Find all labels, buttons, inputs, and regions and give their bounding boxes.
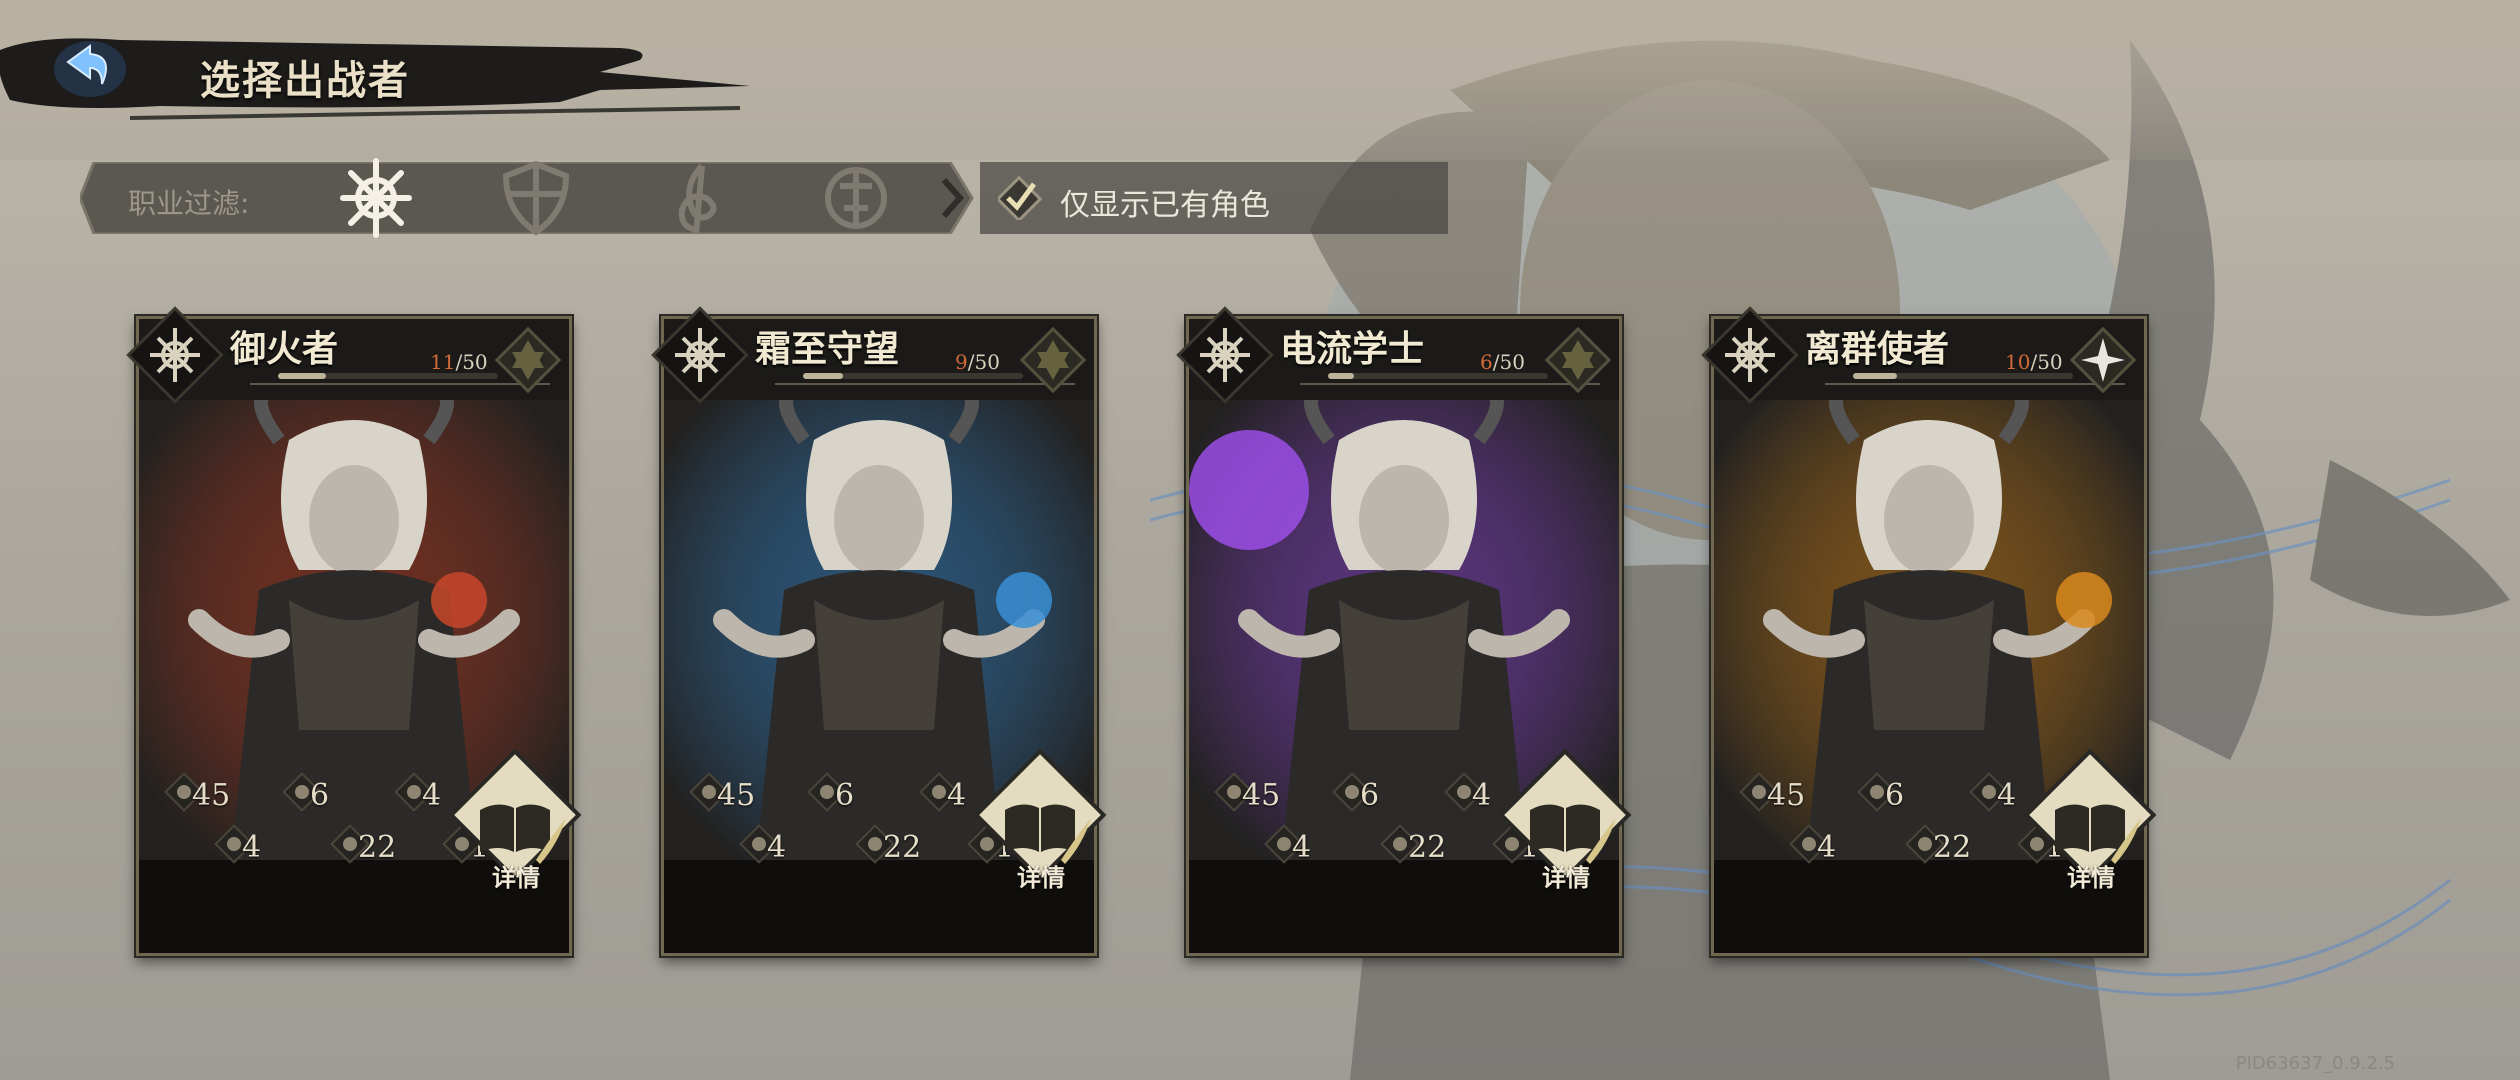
character-card[interactable]: 御火者 11/50 45 6 4 4 22 详情: [120, 300, 582, 960]
level-text: 6/50: [1480, 350, 1525, 374]
level-max: /50: [967, 350, 1000, 374]
level-current: 9: [955, 350, 968, 374]
level-max: /50: [1492, 350, 1525, 374]
stat-swirl: 22: [1378, 822, 1458, 872]
stat-spine: 4: [737, 822, 817, 872]
build-id: PID63637_0.9.2.5: [2235, 1053, 2395, 1074]
stat-spine: 4: [1787, 822, 1867, 872]
character-name: 霜至守望: [755, 328, 900, 370]
class-filter-music[interactable]: [646, 163, 746, 235]
character-card[interactable]: 电流学士 6/50 45 6 4 4 22 详情: [1170, 300, 1632, 960]
character-name: 离群使者: [1805, 328, 1950, 370]
sun-compass-icon: [825, 167, 887, 229]
stat-spine: 4: [1262, 822, 1342, 872]
back-arrow-icon: [54, 41, 126, 97]
filter-label: 职业过滤:: [128, 187, 250, 220]
hexagram-rune-icon: [1544, 326, 1612, 394]
class-filter-bar: 职业过滤: 仅显示已有角色: [80, 158, 1448, 238]
class-rune-icon: [126, 306, 224, 404]
level-max: /50: [2030, 350, 2063, 374]
stat-heart: 45: [687, 770, 767, 820]
level-max: /50: [455, 350, 488, 374]
stat-dagger: 6: [1855, 770, 1935, 820]
stat-dagger: 6: [280, 770, 360, 820]
hexagram-rune-icon: [1019, 326, 1087, 394]
character-name: 电流学士: [1280, 328, 1425, 370]
stat-dagger: 6: [805, 770, 885, 820]
class-filter-shield[interactable]: [486, 160, 586, 236]
class-rune-icon: [1176, 306, 1274, 404]
stat-swirl: 22: [1903, 822, 1983, 872]
level-current: 6: [1480, 350, 1493, 374]
level-progress-fill: [1328, 373, 1355, 379]
rune-emblem-icon: [340, 158, 412, 238]
level-current: 11: [430, 350, 456, 374]
stat-dagger: 6: [1330, 770, 1410, 820]
class-filter-rune[interactable]: [326, 158, 426, 238]
stat-heart: 45: [1212, 770, 1292, 820]
detail-label[interactable]: 详情: [1017, 858, 1065, 893]
music-clef-icon: [678, 163, 717, 235]
class-rune-icon: [1701, 306, 1799, 404]
owned-only-checkbox[interactable]: [998, 176, 1042, 220]
character-card[interactable]: 霜至守望 9/50 45 6 4 4 22 详情: [645, 300, 1107, 960]
shield-emblem-icon: [502, 160, 570, 236]
level-current: 10: [2005, 350, 2031, 374]
page-title: 选择出战者: [200, 57, 410, 104]
level-progress-fill: [278, 373, 327, 379]
character-name: 御火者: [230, 328, 339, 370]
class-rune-icon: [651, 306, 749, 404]
level-progress-fill: [803, 373, 843, 379]
level-progress-fill: [1853, 373, 1897, 379]
detail-label[interactable]: 详情: [492, 858, 540, 893]
back-button[interactable]: [48, 36, 134, 102]
detail-label[interactable]: 详情: [1542, 858, 1590, 893]
stat-swirl: 22: [853, 822, 933, 872]
character-card[interactable]: 离群使者 10/50 45 6 4 4 22 详情: [1695, 300, 2157, 960]
class-filter-sun[interactable]: [806, 166, 906, 230]
level-text: 10/50: [2005, 350, 2063, 374]
white-star-icon: [2069, 326, 2137, 394]
detail-label[interactable]: 详情: [2067, 858, 2115, 893]
owned-only-label[interactable]: 仅显示已有角色: [1060, 180, 1270, 224]
stat-heart: 45: [162, 770, 242, 820]
hexagram-rune-icon: [494, 326, 562, 394]
stat-heart: 45: [1737, 770, 1817, 820]
stat-swirl: 22: [328, 822, 408, 872]
level-text: 9/50: [955, 350, 1000, 374]
stat-spine: 4: [212, 822, 292, 872]
level-text: 11/50: [430, 350, 488, 374]
